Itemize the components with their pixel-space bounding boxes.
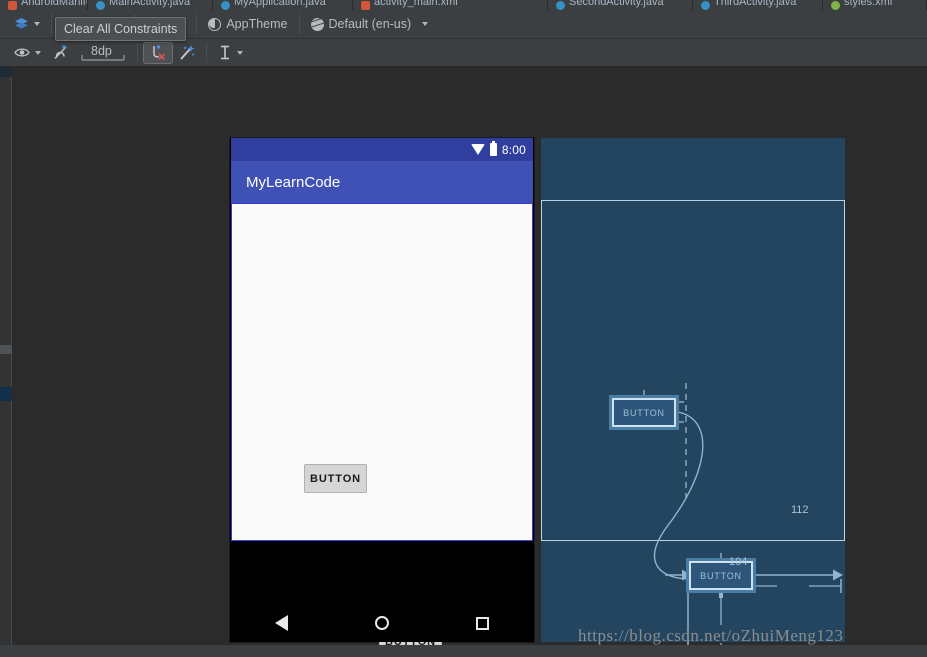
editor-tab-label: ThirdActivity.java — [714, 0, 797, 8]
editor-tab-label: AndroidManifest.xml — [21, 0, 87, 8]
editor-tab[interactable]: MainActivity.java — [88, 0, 213, 10]
recents-square-icon — [476, 616, 490, 630]
editor-tab[interactable]: styles.xml — [823, 0, 927, 10]
globe-icon — [310, 17, 324, 31]
guideline-icon — [218, 45, 232, 60]
theme-label: AppTheme — [226, 17, 288, 31]
battery-icon — [489, 140, 497, 156]
chevron-down-icon — [422, 22, 429, 26]
editor-tab-label: MyApplication.java — [234, 0, 326, 8]
editor-tab-active[interactable]: activity_main.xml — [353, 0, 548, 10]
toolbar-divider — [298, 15, 300, 33]
default-margin-value[interactable]: 8dp — [91, 44, 112, 58]
eye-icon — [14, 47, 30, 58]
xml-layout-icon — [361, 0, 370, 10]
locale-selector[interactable]: Default (en-us) — [305, 13, 435, 35]
back-triangle-icon — [274, 615, 288, 631]
chevron-down-icon — [237, 50, 243, 55]
blueprint-preview[interactable]: BUTTON BUTTON 112 104 — [541, 138, 845, 657]
theme-selector[interactable]: AppTheme — [202, 13, 293, 35]
show-constraints-toggle[interactable] — [8, 42, 47, 64]
preview-button-1[interactable]: BUTTON — [304, 464, 367, 493]
wifi-icon — [470, 144, 485, 155]
toolbar-divider — [51, 15, 52, 33]
editor-tab-strip[interactable]: AndroidManifest.xml MainActivity.java My… — [0, 0, 927, 10]
clear-all-constraints-button[interactable] — [143, 41, 173, 64]
layers-icon — [14, 17, 29, 31]
tooltip-clear-all-constraints: Clear All Constraints — [55, 17, 187, 41]
gutter-marker — [0, 387, 12, 401]
constraint-label-end: 112 — [791, 504, 809, 516]
editor-gutter — [0, 67, 12, 657]
editor-tab-label: MainActivity.java — [109, 0, 191, 8]
guidelines-menu[interactable] — [212, 42, 249, 64]
gutter-marker — [0, 67, 12, 77]
watermark-text: https://blog.csdn.net/oZhuiMeng123 — [578, 626, 844, 645]
home-circle-icon — [374, 616, 389, 630]
theme-icon — [208, 17, 222, 31]
layout-editor-toolbar-secondary: ​ 8dp — [0, 39, 927, 67]
clear-constraints-icon — [150, 45, 166, 61]
editor-tab[interactable]: MyApplication.java — [213, 0, 353, 10]
toolbar-divider — [137, 43, 138, 62]
java-class-icon — [221, 0, 230, 10]
editor-tab[interactable]: ThirdActivity.java — [693, 0, 823, 10]
autoconnect-off-icon — [53, 45, 68, 60]
infer-constraints-button[interactable] — [173, 42, 201, 64]
editor-tab-label: SecondActivity.java — [569, 0, 664, 8]
locale-label: Default (en-us) — [328, 17, 412, 31]
java-class-icon — [556, 0, 565, 10]
app-bar-title: MyLearnCode — [246, 173, 341, 191]
preview-content-root[interactable]: BUTTON BUTTON — [231, 203, 533, 656]
editor-tab[interactable]: AndroidManifest.xml — [0, 0, 88, 10]
editor-tab-label: styles.xml — [844, 0, 893, 8]
toolbar-divider — [196, 15, 198, 33]
constraint-label-bottom: 104 — [729, 556, 748, 568]
bottom-status-strip — [0, 645, 927, 657]
blueprint-button-1[interactable]: BUTTON — [612, 398, 676, 427]
editor-tab-label: activity_main.xml — [374, 0, 458, 8]
constraint-arrow-end — [833, 569, 843, 581]
java-class-icon — [96, 0, 105, 10]
chevron-down-icon — [35, 50, 41, 55]
magic-wand-icon — [179, 44, 195, 61]
app-window: AndroidManifest.xml MainActivity.java My… — [0, 0, 927, 657]
gutter-marker — [0, 345, 12, 354]
java-class-icon — [701, 0, 710, 10]
xml-values-icon — [831, 0, 840, 10]
xml-file-icon — [8, 0, 17, 10]
toolbar-divider — [206, 43, 207, 62]
preview-status-bar: 8:00 — [231, 138, 533, 161]
design-preview[interactable]: 8:00 MyLearnCode BUTTON BUTTON — [230, 138, 534, 656]
blueprint-status-region — [541, 138, 845, 203]
default-margin-field[interactable]: ​ 8dp — [74, 42, 132, 64]
chevron-down-icon — [34, 22, 40, 26]
preview-app-bar: MyLearnCode — [231, 161, 533, 203]
design-mode-selector[interactable] — [8, 13, 46, 35]
status-bar-time: 8:00 — [501, 142, 526, 157]
autoconnect-toggle[interactable] — [47, 42, 74, 64]
blueprint-content-root[interactable] — [541, 200, 845, 541]
preview-navigation-bar — [231, 604, 533, 642]
editor-tab[interactable]: SecondActivity.java — [548, 0, 693, 10]
